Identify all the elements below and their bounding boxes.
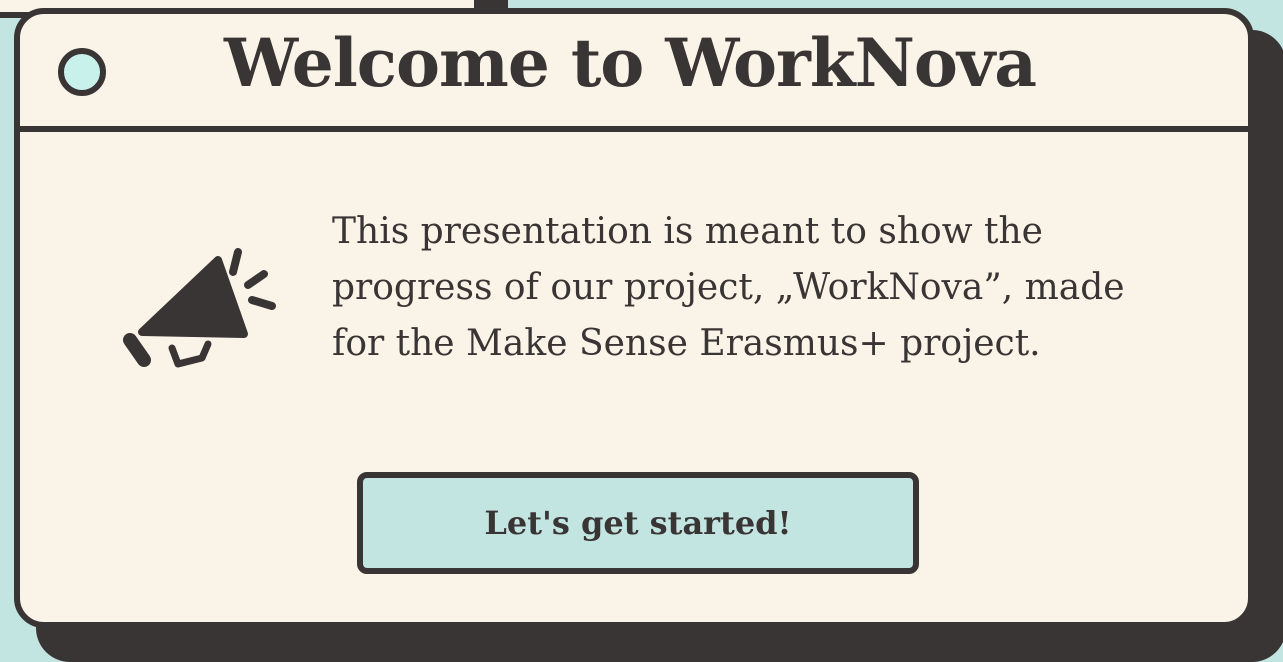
get-started-button[interactable]: Let's get started!: [357, 472, 919, 574]
intro-line: This presentation is meant to show the: [332, 211, 1043, 252]
window-titlebar: Welcome to WorkNova: [20, 14, 1248, 132]
intro-text: This presentation is meant to show the p…: [332, 204, 1212, 372]
window-title: Welcome to WorkNova: [224, 24, 1037, 102]
intro-line: progress of our project, „WorkNova”, mad…: [332, 267, 1125, 308]
megaphone-icon: [123, 248, 276, 368]
get-started-label: Let's get started!: [484, 504, 792, 542]
window-circle-button[interactable]: [58, 48, 106, 96]
intro-line: for the Make Sense Erasmus+ project.: [332, 323, 1041, 364]
welcome-window: Welcome to WorkNova This presentation is…: [14, 8, 1254, 628]
